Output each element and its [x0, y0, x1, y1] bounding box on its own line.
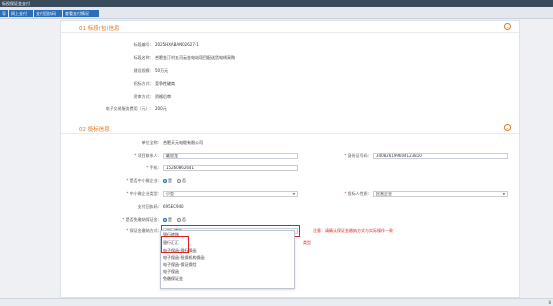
field-review-method: 资审方式: 资格后审 — [61, 93, 519, 101]
collapse-icon[interactable]: ⌄ — [504, 124, 511, 131]
section-title-lot-info: 01 标段(包)信息 — [79, 26, 120, 32]
tab-guide[interactable]: 导 — [0, 10, 8, 17]
field-label: * 是否免缴纳保证金: — [122, 217, 159, 222]
field-value: 50万元 — [155, 68, 169, 73]
window-title-bar: 标投保证金支付 — [0, 0, 553, 7]
field-bid-method: 招标方式: 竞争性磋商 — [61, 80, 519, 88]
sme-radio-no[interactable]: 否 — [177, 177, 186, 185]
exempt-radio-no[interactable]: 否 — [177, 216, 186, 224]
section-header-lot-info: 01 标段(包)信息 ⌄ — [61, 21, 519, 33]
field-scale: 建设规模: 50万元 — [61, 67, 519, 75]
dropdown-option[interactable]: 免缴保证金 — [163, 276, 183, 282]
tab-online-pay[interactable]: 网上支付 — [9, 10, 33, 17]
field-label: * 手机: — [146, 165, 159, 170]
window-title: 标投保证金支付 — [2, 1, 30, 6]
collapse-icon[interactable]: ⌄ — [504, 23, 511, 30]
field-label: 资审方式: — [133, 94, 151, 99]
warning-tail: 类型 — [303, 240, 311, 245]
dropdown-option[interactable]: 电子保函 — [163, 269, 179, 275]
field-label: 招标方式: — [133, 81, 151, 86]
field-enterprise-size: * 中小微企业类型: 小型 ▼ * 投标人性质: 民营企业 ▼ — [61, 190, 519, 198]
field-label: * 项目联系人: — [134, 153, 159, 158]
field-label: 标段名称: — [133, 55, 151, 60]
field-payment-code: 支付回执码: 695EC940 — [61, 203, 519, 211]
field-exempt: * 是否免缴纳保证金: 是 否 — [61, 216, 519, 224]
contact-input[interactable]: 戴思龙 — [163, 153, 298, 159]
field-company: 单位全称: 合肥天元电缆有限公司 — [61, 139, 519, 147]
field-label: * 保证金缴纳方式: — [126, 228, 159, 233]
field-label: 电子交易服务费用（元）: — [105, 106, 151, 111]
field-service-fee: 电子交易服务费用（元）: 200元 — [61, 105, 519, 113]
field-label: 建设规模: — [133, 68, 151, 73]
deposit-warning: 注意：请确认保证金缴纳方式与实际操作一致 — [313, 228, 393, 233]
field-value: 200元 — [155, 106, 167, 111]
bidder-type-select[interactable]: 民营企业 ▼ — [373, 191, 508, 197]
field-value: 竞争性磋商 — [155, 81, 175, 86]
field-value: 资格后审 — [155, 94, 171, 99]
exempt-radio-yes[interactable]: 是 — [163, 216, 172, 224]
option-highlight-box — [161, 236, 189, 253]
chevron-down-icon: ▼ — [502, 192, 505, 196]
field-label: 支付回执码: — [137, 204, 159, 209]
sme-radio-yes[interactable]: 是 — [163, 177, 172, 185]
section-header-bid-info: 02 投标信息 ⌄ — [61, 122, 519, 134]
field-value: 合肥金汀村五河云金电站项目配送货电线采购 — [155, 55, 235, 60]
field-label: * 身份证号码: — [344, 153, 369, 158]
field-label: 标段编号: — [133, 42, 151, 47]
dropdown-option[interactable]: 电子保函-担保机构保函 — [163, 255, 204, 261]
enterprise-size-select[interactable]: 小型 ▼ — [163, 191, 298, 197]
field-label: 单位全称: — [141, 140, 159, 145]
tab-bar: 导 网上支付 支付回执码 查看支付情况 — [0, 7, 553, 19]
field-label: * 中小微企业类型: — [126, 191, 159, 196]
status-bar: 8 — [0, 298, 553, 306]
tab-view-payment[interactable]: 查看支付情况 — [63, 10, 99, 17]
field-phone: * 手机: 15260862641 — [61, 164, 519, 172]
field-sme: * 是否中小微企业: 是 否 — [61, 177, 519, 185]
dropdown-option[interactable]: 电子保函-保证保险 — [163, 262, 196, 268]
field-contact: * 项目联系人: 戴思龙 * 身份证号码: 340826199604123810 — [61, 152, 519, 160]
status-text: 8 — [548, 300, 551, 305]
field-value: 合肥天元电缆有限公司 — [163, 140, 203, 145]
chevron-down-icon: ▼ — [292, 192, 295, 196]
section-title-bid-info: 02 投标信息 — [79, 127, 110, 133]
field-lot-name: 标段名称: 合肥金汀村五河云金电站项目配送货电线采购 — [61, 54, 519, 62]
field-label: * 投标人性质: — [344, 191, 369, 196]
phone-input[interactable]: 15260862641 — [163, 165, 298, 171]
field-value: 2025HXABAN02627-1 — [155, 42, 199, 47]
field-lot-number: 标段编号: 2025HXABAN02627-1 — [61, 41, 519, 49]
field-value: 695EC940 — [163, 204, 184, 209]
tab-receipt-code[interactable]: 支付回执码 — [34, 10, 62, 17]
idcard-input[interactable]: 340826199604123810 — [373, 153, 508, 159]
field-label: * 是否中小微企业: — [126, 178, 159, 183]
